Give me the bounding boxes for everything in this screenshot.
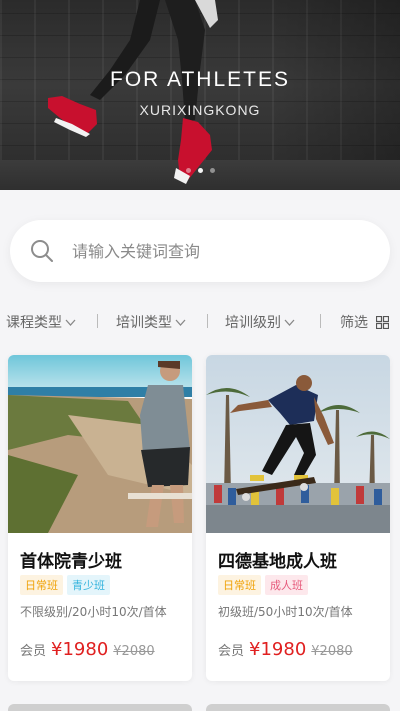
- carousel-dot-active[interactable]: [197, 168, 203, 173]
- course-tags: 日常班 成人班: [218, 575, 308, 595]
- member-label: 会员: [20, 644, 47, 659]
- original-price: ¥2080: [311, 644, 353, 659]
- filter-bar: 课程类型 培训类型 培训级别 筛选: [0, 310, 400, 336]
- banner-subtitle: XURIXINGKONG: [139, 102, 261, 118]
- course-card-partial[interactable]: [8, 704, 192, 711]
- filter-label: 培训类型: [116, 315, 172, 331]
- original-price: ¥2080: [113, 644, 155, 659]
- course-tag: 日常班: [20, 575, 63, 595]
- member-price: ¥1980: [249, 639, 307, 660]
- carousel-dot[interactable]: [185, 168, 191, 173]
- course-tags: 日常班 青少班: [20, 575, 110, 595]
- carousel-dot[interactable]: [209, 168, 215, 173]
- athlete-illustration: [48, 0, 218, 184]
- filter-training-type[interactable]: 培训类型: [116, 312, 186, 332]
- course-description: 不限级别/20小时10次/首体: [20, 605, 167, 619]
- chevron-down-icon: [65, 319, 76, 326]
- course-title: 首体院青少班: [20, 552, 122, 572]
- filter-label: 培训级别: [225, 315, 281, 331]
- course-title: 四德基地成人班: [218, 552, 337, 572]
- screen-label: 筛选: [340, 315, 368, 331]
- course-description: 初级班/50小时10次/首体: [218, 605, 353, 619]
- divider: [207, 314, 208, 328]
- course-tag: 青少班: [67, 575, 110, 595]
- grid-icon: [376, 315, 389, 329]
- course-tag: 成人班: [265, 575, 308, 595]
- banner-title: FOR ATHLETES: [110, 68, 290, 91]
- divider: [97, 314, 98, 328]
- filter-label: 课程类型: [6, 315, 62, 331]
- search-input[interactable]: [72, 241, 352, 261]
- screen-button[interactable]: 筛选: [340, 312, 389, 332]
- chevron-down-icon: [175, 319, 186, 326]
- search-icon: [31, 240, 53, 262]
- course-card[interactable]: 四德基地成人班 日常班 成人班 初级班/50小时10次/首体 会员 ¥1980 …: [206, 355, 390, 681]
- course-card[interactable]: 首体院青少班 日常班 青少班 不限级别/20小时10次/首体 会员 ¥1980 …: [8, 355, 192, 681]
- divider: [320, 314, 321, 328]
- price-row: 会员 ¥1980 ¥2080: [218, 639, 353, 660]
- member-price: ¥1980: [51, 639, 109, 660]
- course-image: [206, 355, 390, 533]
- page: FOR ATHLETES XURIXINGKONG 课程类型 培训类型 培训级别: [0, 0, 400, 711]
- price-row: 会员 ¥1980 ¥2080: [20, 639, 155, 660]
- course-tag: 日常班: [218, 575, 261, 595]
- course-card-partial[interactable]: [206, 704, 390, 711]
- search-bar[interactable]: [10, 220, 390, 282]
- carousel-indicator[interactable]: [0, 168, 400, 173]
- filter-training-level[interactable]: 培训级别: [225, 312, 295, 332]
- chevron-down-icon: [284, 319, 295, 326]
- course-image: [8, 355, 192, 533]
- hero-banner[interactable]: FOR ATHLETES XURIXINGKONG: [0, 0, 400, 190]
- member-label: 会员: [218, 644, 245, 659]
- filter-course-type[interactable]: 课程类型: [6, 312, 76, 332]
